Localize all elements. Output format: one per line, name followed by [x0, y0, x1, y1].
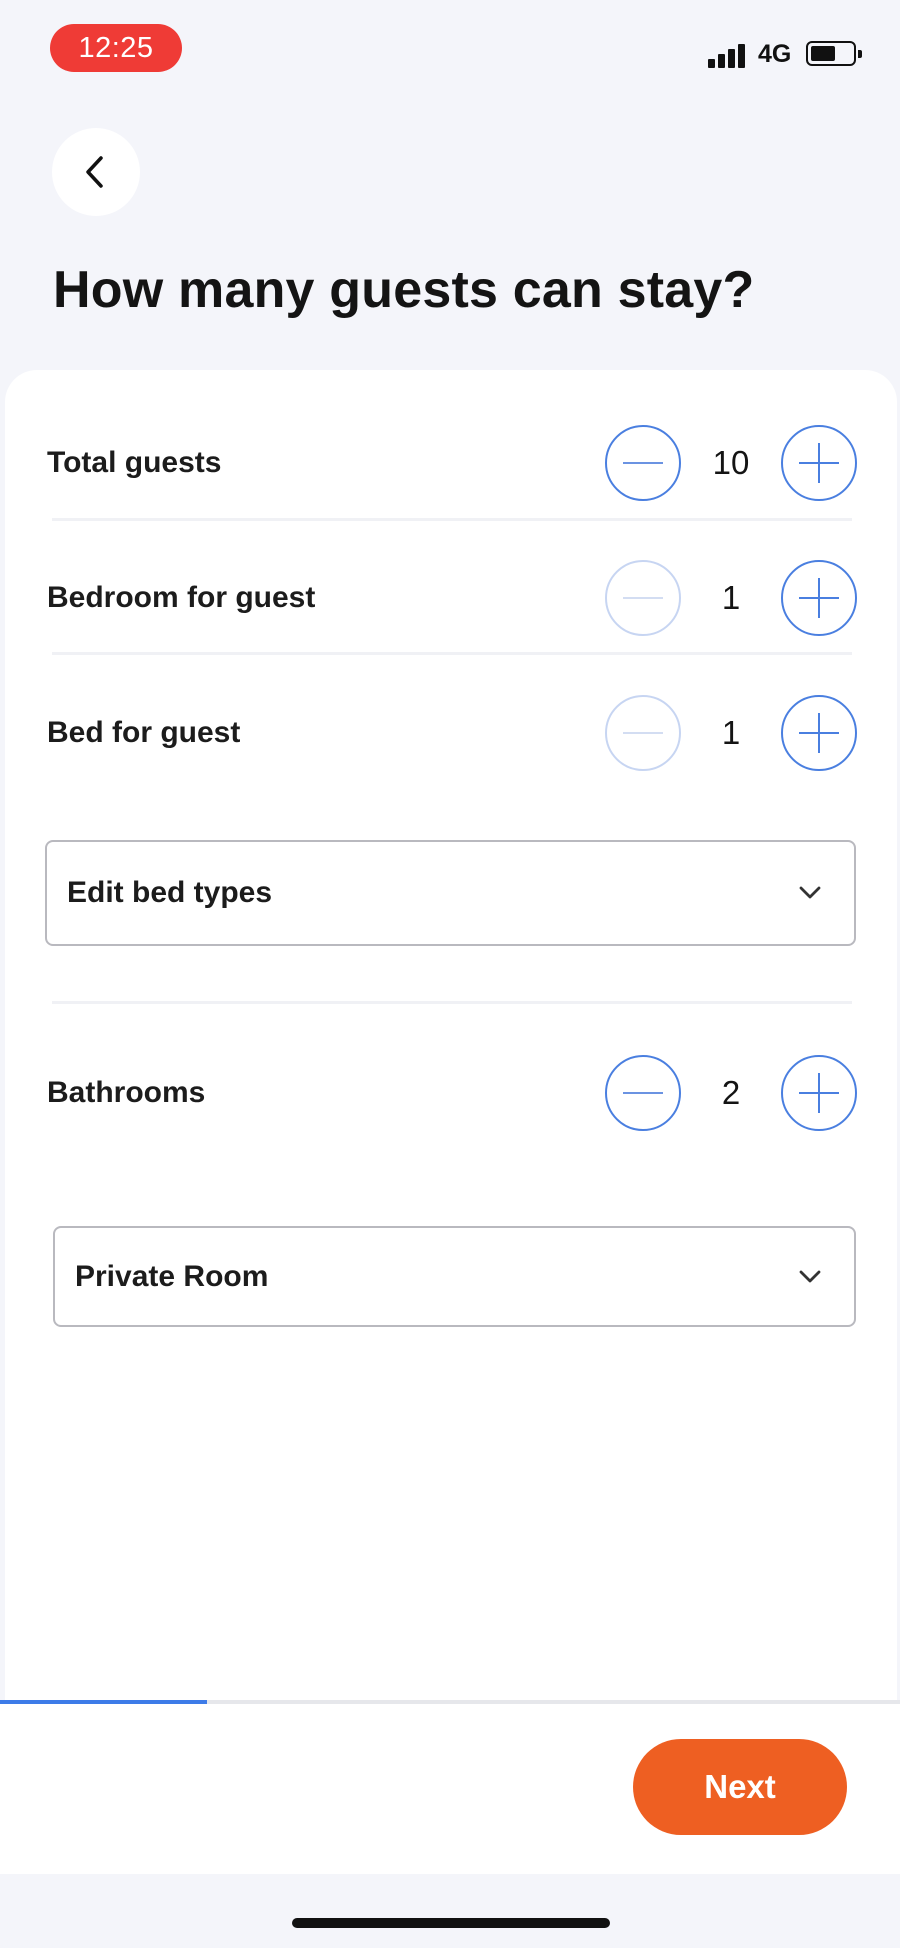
back-button[interactable]	[52, 128, 140, 216]
increment-button[interactable]	[781, 425, 857, 501]
chevron-left-icon	[86, 156, 103, 188]
counter-label: Bathrooms	[47, 1076, 206, 1109]
progress-fill	[0, 1700, 207, 1704]
divider	[52, 1001, 852, 1004]
next-button[interactable]: Next	[633, 1739, 847, 1835]
increment-button[interactable]	[781, 1055, 857, 1131]
decrement-button[interactable]	[605, 1055, 681, 1131]
decrement-button[interactable]	[605, 695, 681, 771]
counter-row-bed: Bed for guest 1	[47, 693, 857, 773]
divider	[52, 652, 852, 655]
counter-value: 2	[721, 1074, 741, 1111]
bed-stepper: 1	[605, 695, 857, 771]
counter-row-bathrooms: Bathrooms 2	[47, 1053, 857, 1133]
counter-value: 10	[712, 444, 750, 481]
edit-bed-types-dropdown[interactable]: Edit bed types	[45, 840, 856, 946]
divider	[52, 518, 852, 521]
dropdown-label: Edit bed types	[67, 876, 273, 909]
increment-button[interactable]	[781, 695, 857, 771]
counter-row-total-guests: Total guests 10	[47, 423, 857, 503]
minus-icon	[623, 461, 663, 465]
dropdown-selected-value: Private Room	[75, 1259, 269, 1293]
counter-label: Total guests	[47, 446, 222, 479]
battery-icon	[806, 41, 862, 66]
room-type-dropdown[interactable]: Private Room	[53, 1226, 856, 1327]
bathrooms-stepper: 2	[605, 1055, 857, 1131]
decrement-button[interactable]	[605, 425, 681, 501]
counter-value: 1	[721, 714, 741, 751]
home-indicator[interactable]	[292, 1918, 610, 1928]
counter-value: 1	[721, 579, 741, 616]
status-time: 12:25	[50, 24, 182, 72]
counter-label: Bedroom for guest	[47, 581, 316, 614]
signal-icon	[708, 40, 748, 68]
total-guests-stepper: 10	[605, 425, 857, 501]
status-bar: 12:25 4G	[0, 0, 900, 100]
increment-button[interactable]	[781, 560, 857, 636]
counter-label: Bed for guest	[47, 716, 241, 749]
chevron-down-icon	[799, 1270, 821, 1282]
progress-bar	[0, 1700, 900, 1704]
minus-icon	[623, 731, 663, 735]
bedroom-stepper: 1	[605, 560, 857, 636]
chevron-down-icon	[799, 886, 821, 899]
minus-icon	[623, 1091, 663, 1095]
page-title: How many guests can stay?	[53, 261, 755, 319]
network-label: 4G	[758, 40, 792, 68]
decrement-button[interactable]	[605, 560, 681, 636]
counter-row-bedroom: Bedroom for guest 1	[47, 558, 857, 638]
minus-icon	[623, 596, 663, 600]
